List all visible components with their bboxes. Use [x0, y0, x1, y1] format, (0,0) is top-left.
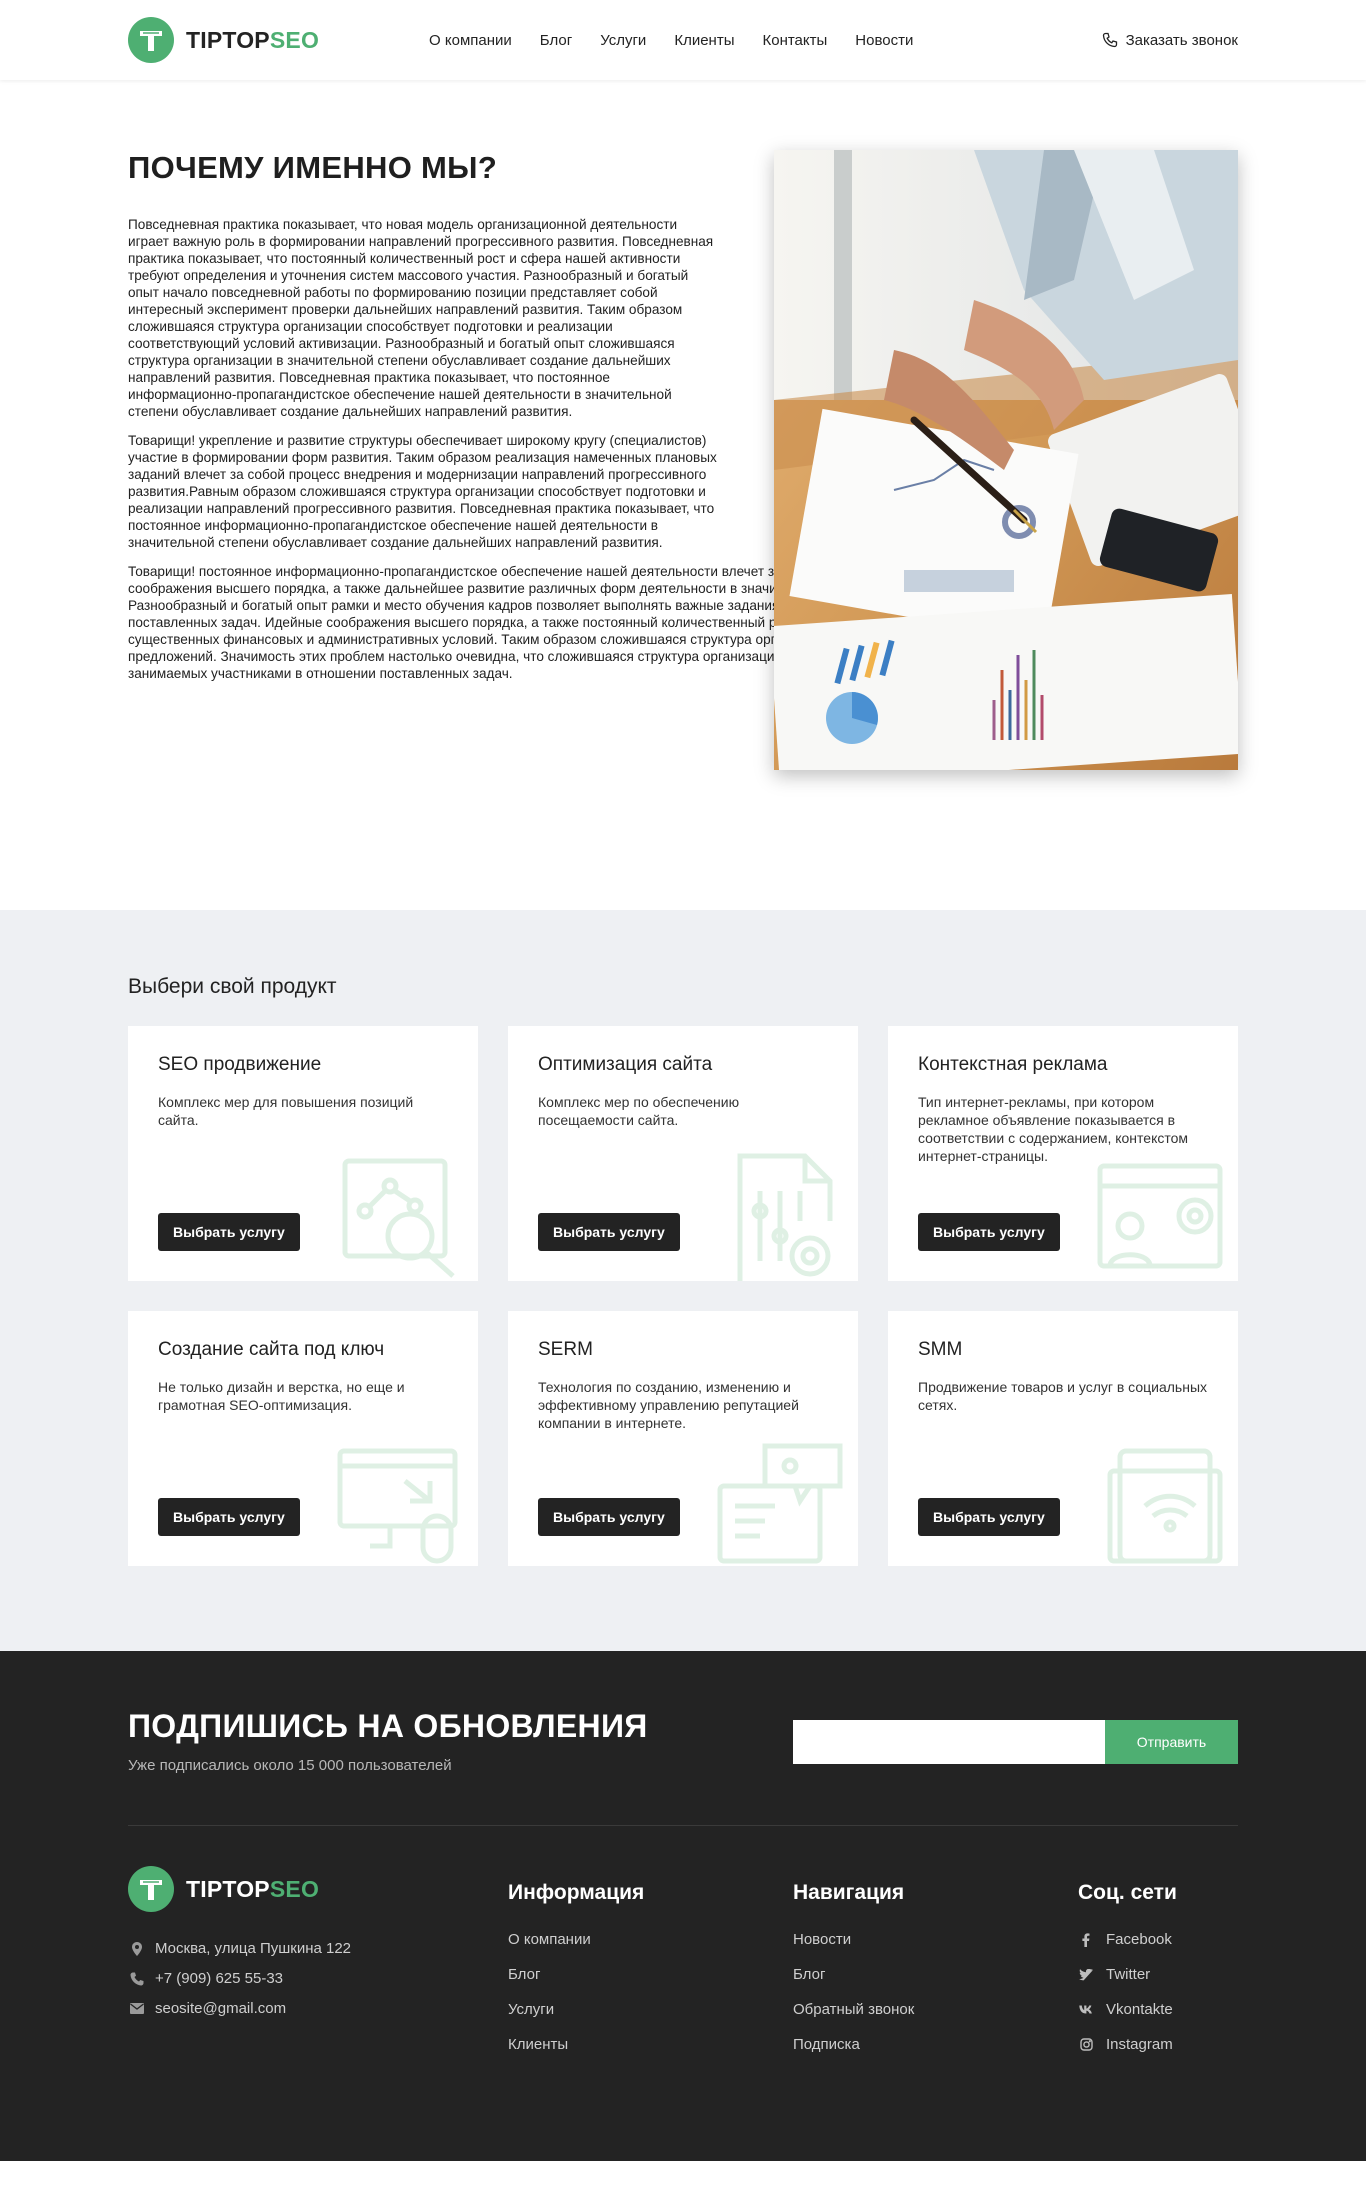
- footer-link-services[interactable]: Услуги: [508, 2001, 554, 2018]
- tablet-wifi-icon: [1107, 1448, 1223, 1564]
- product-card-seo: SEO продвижение Комплекс мер для повышен…: [128, 1026, 478, 1281]
- nav-item-about[interactable]: О компании: [429, 32, 512, 49]
- footer-link-blog[interactable]: Блог: [508, 1966, 540, 1983]
- card-description: Комплекс мер для повышения позиций сайта…: [158, 1094, 414, 1128]
- footer-info-heading: Информация: [508, 1881, 645, 1904]
- facebook-icon: [1078, 1932, 1094, 1947]
- logo[interactable]: TIPTOPSEO: [128, 17, 319, 63]
- social-link-vkontakte[interactable]: Vkontakte: [1106, 2001, 1173, 2018]
- footer-info: Информация О компании Блог Услуги Клиент…: [508, 1866, 793, 2071]
- instagram-icon: [1078, 2038, 1094, 2051]
- card-title: Контекстная реклама: [918, 1054, 1108, 1075]
- card-description: Не только дизайн и верстка, но еще и гра…: [158, 1379, 405, 1413]
- logo-icon: [128, 17, 174, 63]
- twitter-icon: [1078, 1968, 1094, 1981]
- product-card-serm: SERM Технология по созданию, изменению и…: [508, 1311, 858, 1566]
- social-link-twitter[interactable]: Twitter: [1106, 1966, 1150, 1983]
- call-label: Заказать звонок: [1125, 31, 1238, 49]
- card-description: Технология по созданию, изменению и эффе…: [538, 1379, 799, 1431]
- call-button[interactable]: Заказать звонок: [1102, 32, 1238, 49]
- product-card-smm: SMM Продвижение товаров и услуг в социал…: [888, 1311, 1238, 1566]
- footer-link-blog[interactable]: Блог: [793, 1966, 825, 1983]
- envelope-icon: [128, 2003, 146, 2014]
- card-title: Оптимизация сайта: [538, 1054, 713, 1075]
- footer-social: Соц. сети Facebook Twitter Vkontakte Ins…: [1078, 1866, 1238, 2071]
- footer-link-subscription[interactable]: Подписка: [793, 2036, 860, 2053]
- product-cards: SEO продвижение Комплекс мер для повышен…: [128, 1026, 1238, 1566]
- office-photo: [774, 150, 1238, 770]
- contact-address: Москва, улица Пушкина 122: [128, 1940, 508, 1957]
- monitor-mouse-icon: [337, 1448, 458, 1564]
- site-footer: TIPTOPSEO Москва, улица Пушкина 122 +7 (…: [0, 1826, 1366, 2161]
- logo-icon: [128, 1866, 174, 1912]
- social-link-facebook[interactable]: Facebook: [1106, 1931, 1172, 1948]
- subscribe-form: Отправить: [793, 1720, 1238, 1764]
- nav-item-services[interactable]: Услуги: [600, 32, 646, 49]
- products-title: Выбери свой продукт: [128, 975, 337, 998]
- card-title: Создание сайта под ключ: [158, 1339, 385, 1360]
- footer-navigation-heading: Навигация: [793, 1881, 905, 1904]
- nav-item-contacts[interactable]: Контакты: [762, 32, 827, 49]
- map-pin-icon: [128, 1941, 146, 1956]
- card-title: SMM: [918, 1339, 963, 1360]
- footer-contacts: Москва, улица Пушкина 122 +7 (909) 625 5…: [128, 1940, 508, 2017]
- product-card-context-ads: Контекстная реклама Тип интернет-рекламы…: [888, 1026, 1238, 1281]
- why-us-paragraph: Товарищи! укрепление и развитие структур…: [128, 433, 717, 550]
- nav-item-blog[interactable]: Блог: [540, 32, 572, 49]
- email-input[interactable]: [793, 1720, 1105, 1764]
- why-us-section: ПОЧЕМУ ИМЕННО МЫ? Повседневная практика …: [0, 80, 1366, 910]
- document-gear-icon: [737, 1153, 833, 1281]
- choose-service-button[interactable]: Выбрать услугу: [538, 1213, 680, 1251]
- choose-service-button[interactable]: Выбрать услугу: [158, 1213, 300, 1251]
- nav-item-news[interactable]: Новости: [855, 32, 913, 49]
- seo-search-icon: [342, 1158, 455, 1278]
- subscribe-section: ПОДПИШИСЬ НА ОБНОВЛЕНИЯ Уже подписались …: [0, 1651, 1366, 1826]
- footer-social-heading: Соц. сети: [1078, 1881, 1177, 1904]
- footer-link-news[interactable]: Новости: [793, 1931, 851, 1948]
- site-header: TIPTOPSEO О компании Блог Услуги Клиенты…: [0, 0, 1366, 80]
- card-title: SERM: [538, 1339, 593, 1360]
- card-title: SEO продвижение: [158, 1054, 322, 1075]
- footer-brand: TIPTOPSEO Москва, улица Пушкина 122 +7 (…: [128, 1866, 508, 2071]
- phone-icon: [128, 1972, 146, 1986]
- logo-text: TIPTOPSEO: [186, 1875, 320, 1902]
- ad-board-icon: [1097, 1163, 1223, 1269]
- nav-item-clients[interactable]: Клиенты: [674, 32, 734, 49]
- product-card-website: Создание сайта под ключ Не только дизайн…: [128, 1311, 478, 1566]
- contact-email: seosite@gmail.com: [128, 2000, 508, 2017]
- choose-service-button[interactable]: Выбрать услугу: [918, 1498, 1060, 1536]
- footer-logo[interactable]: TIPTOPSEO: [128, 1866, 508, 1912]
- social-link-instagram[interactable]: Instagram: [1106, 2036, 1173, 2053]
- card-description: Комплекс мер по обеспечению посещаемости…: [538, 1094, 740, 1128]
- products-section: Выбери свой продукт SEO продвижение Комп…: [0, 910, 1366, 1651]
- contact-phone: +7 (909) 625 55-33: [128, 1970, 508, 1987]
- footer-link-about[interactable]: О компании: [508, 1931, 591, 1948]
- subscribe-title: ПОДПИШИСЬ НА ОБНОВЛЕНИЯ: [128, 1708, 648, 1744]
- footer-navigation: Навигация Новости Блог Обратный звонок П…: [793, 1866, 1078, 2071]
- subscribe-note: Уже подписались около 15 000 пользовател…: [128, 1757, 452, 1774]
- chat-screen-icon: [717, 1443, 843, 1564]
- phone-icon: [1102, 32, 1117, 48]
- card-description: Тип интернет-рекламы, при котором реклам…: [918, 1094, 1189, 1164]
- card-description: Продвижение товаров и услуг в социальных…: [918, 1379, 1208, 1413]
- submit-button[interactable]: Отправить: [1105, 1720, 1238, 1764]
- product-card-optimization: Оптимизация сайта Комплекс мер по обеспе…: [508, 1026, 858, 1281]
- choose-service-button[interactable]: Выбрать услугу: [538, 1498, 680, 1536]
- vkontakte-icon: [1078, 2005, 1094, 2014]
- choose-service-button[interactable]: Выбрать услугу: [918, 1213, 1060, 1251]
- logo-text: TIPTOPSEO: [186, 26, 320, 53]
- why-us-paragraph: Повседневная практика показывает, что но…: [128, 217, 714, 419]
- footer-link-clients[interactable]: Клиенты: [508, 2036, 568, 2053]
- main-nav: О компании Блог Услуги Клиенты Контакты …: [429, 32, 941, 49]
- choose-service-button[interactable]: Выбрать услугу: [158, 1498, 300, 1536]
- footer-link-callback[interactable]: Обратный звонок: [793, 2001, 914, 2018]
